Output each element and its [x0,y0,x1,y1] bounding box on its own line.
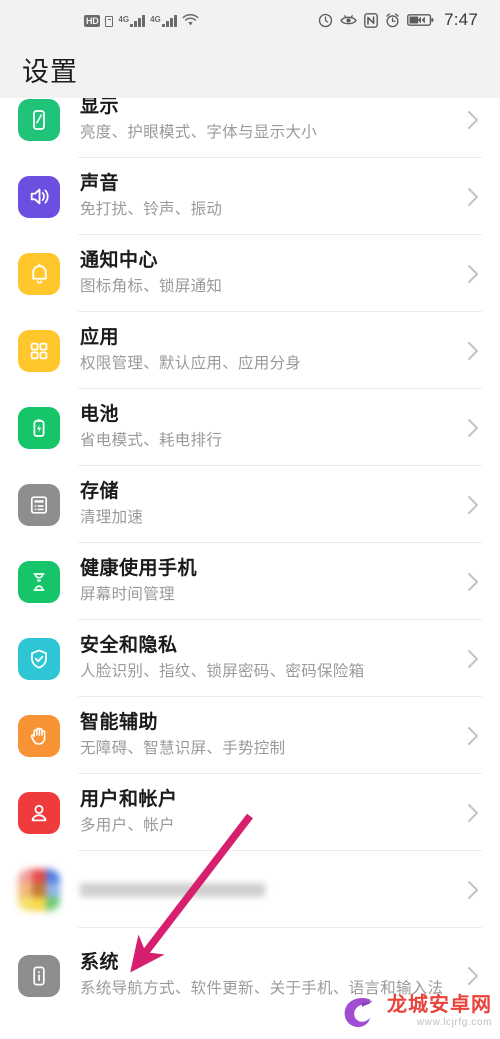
signal-4g-icon-2: 4G [150,14,177,27]
settings-row-title: 应用 [80,327,120,348]
speaker-icon [18,175,60,218]
shield-check-icon [18,637,60,680]
user-icon [18,791,60,834]
settings-row-subtitle: 无障碍、智慧识屏、手势控制 [80,740,286,757]
watermark: 龙城安卓网 www.lcjrfg.com [337,989,492,1033]
status-bar-clock: 7:47 [444,10,478,29]
chevron-right-icon [465,183,482,211]
battery-icon [18,406,60,449]
settings-row-security-privacy[interactable]: 安全和隐私 人脸识别、指纹、锁屏密码、密码保险箱 [0,620,500,697]
settings-row-notifications[interactable]: 通知中心 图标角标、锁屏通知 [0,235,500,312]
settings-row-title: 健康使用手机 [80,558,198,579]
settings-row-apps[interactable]: 应用 权限管理、默认应用、应用分身 [0,312,500,389]
alarm-clock-icon [385,12,400,28]
settings-row-subtitle: 图标角标、锁屏通知 [80,278,223,295]
timer-refresh-icon [318,13,333,28]
battery-charging-icon [407,13,434,27]
settings-row-battery[interactable]: 电池 省电模式、耗电排行 [0,389,500,466]
page-title: 设置 [22,56,78,87]
grid-apps-icon [18,329,60,372]
settings-row-subtitle: 省电模式、耗电排行 [80,432,223,449]
settings-row-title: 安全和隐私 [80,635,178,656]
chevron-right-icon [465,876,482,904]
settings-row-subtitle: 免打扰、铃声、振动 [80,201,223,218]
chevron-right-icon [465,799,482,827]
page-header: 设置 [0,40,500,98]
settings-list: 显示 亮度、护眼模式、字体与显示大小 声音 免打扰、铃声、振动 通知中心 图标角… [0,98,500,1023]
chevron-right-icon [465,260,482,288]
chevron-right-icon [465,414,482,442]
settings-row-storage[interactable]: 存储 清理加速 [0,466,500,543]
settings-row-title: 显示 [80,98,120,117]
settings-row-blurred[interactable] [0,851,500,928]
settings-row-display-clip: 显示 亮度、护眼模式、字体与显示大小 [0,98,500,158]
settings-row-title: 声音 [80,173,120,194]
chevron-right-icon [465,645,482,673]
watermark-url: www.lcjrfg.com [416,1016,492,1028]
storage-list-icon [18,483,60,526]
blurred-subtitle-placeholder [80,882,265,897]
nfc-icon [364,12,379,28]
settings-row-display[interactable]: 显示 亮度、护眼模式、字体与显示大小 [0,98,500,158]
hd-badge-icon: HD [84,14,101,27]
sim-card-icon [105,15,114,27]
settings-row-subtitle: 亮度、护眼模式、字体与显示大小 [80,124,318,141]
hand-icon [18,714,60,757]
watermark-title: 龙城安卓网 [387,993,492,1016]
settings-row-title: 电池 [80,404,120,425]
settings-row-title: 用户和帐户 [80,789,178,810]
settings-row-digital-balance[interactable]: 健康使用手机 屏幕时间管理 [0,543,500,620]
settings-row-subtitle: 屏幕时间管理 [80,586,175,603]
chevron-right-icon [465,491,482,519]
settings-screen: HD 4G 4G 7:47 设置 显示 亮度、护眼模式、字体与显示大小 声音 免… [0,0,500,1039]
eye-comfort-icon [340,14,357,27]
settings-row-subtitle: 人脸识别、指纹、锁屏密码、密码保险箱 [80,663,365,680]
wifi-icon [182,13,199,27]
chevron-right-icon [465,568,482,596]
system-info-icon [18,954,60,997]
settings-row-subtitle: 多用户、帐户 [80,817,175,834]
chevron-right-icon [465,722,482,750]
color-grid-icon [18,868,60,911]
settings-row-subtitle: 清理加速 [80,509,144,526]
settings-row-title: 存储 [80,481,120,502]
phone-brightness-icon [18,98,60,141]
settings-row-title: 智能辅助 [80,712,159,733]
settings-row-title: 系统 [80,952,120,973]
status-bar-left: HD 4G 4G [22,13,199,27]
settings-row-sound[interactable]: 声音 免打扰、铃声、振动 [0,158,500,235]
chevron-right-icon [465,962,482,990]
signal-4g-icon-1: 4G [118,14,146,27]
watermark-logo-icon [344,998,373,1028]
settings-row-smart-assistance[interactable]: 智能辅助 无障碍、智慧识屏、手势控制 [0,697,500,774]
settings-row-subtitle: 权限管理、默认应用、应用分身 [80,355,302,372]
chevron-right-icon [465,337,482,365]
settings-row-title: 通知中心 [80,250,159,271]
status-bar-right: 7:47 [318,10,478,30]
hourglass-icon [18,560,60,603]
chevron-right-icon [465,106,482,134]
settings-row-users-accounts[interactable]: 用户和帐户 多用户、帐户 [0,774,500,851]
status-bar: HD 4G 4G 7:47 [0,0,500,40]
bell-icon [18,252,60,295]
